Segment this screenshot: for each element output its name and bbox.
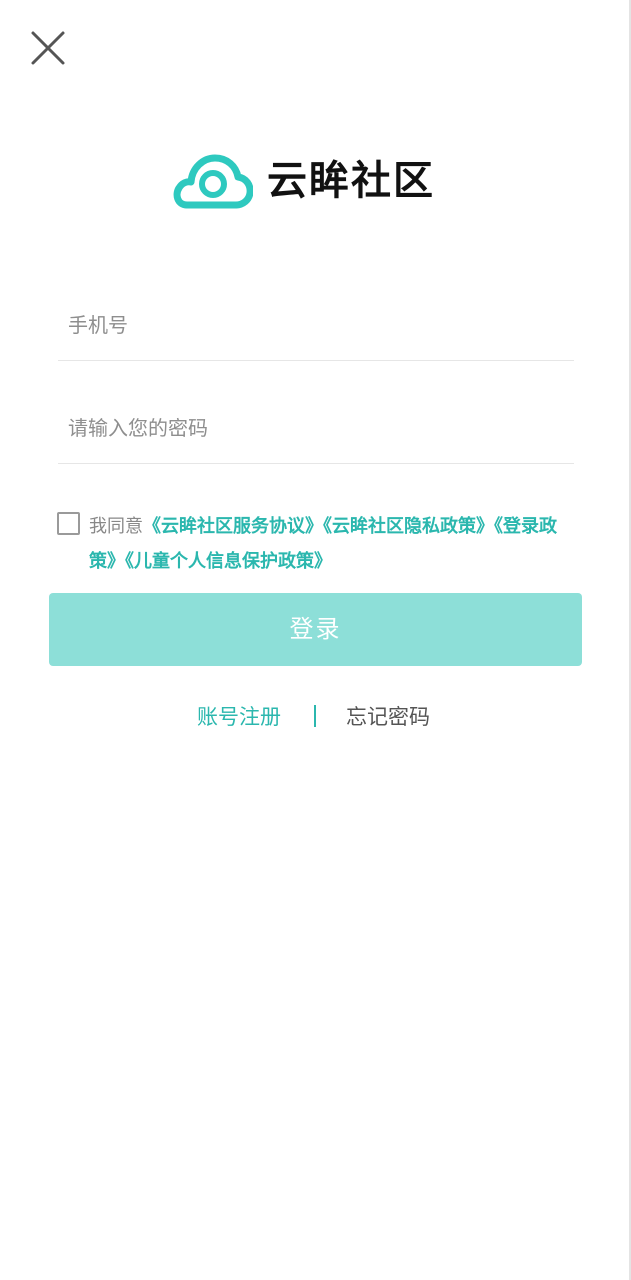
login-screen: 云眸社区 我同意《云眸社区服务协议》《云眸社区隐私政策》《登录政策》《儿童个人信…: [0, 0, 631, 1280]
password-input[interactable]: [58, 392, 574, 463]
bottom-links: 账号注册 忘记密码: [0, 700, 631, 734]
login-button[interactable]: 登录: [49, 593, 582, 666]
agreement-checkbox[interactable]: [57, 512, 80, 535]
agreement-section: 我同意《云眸社区服务协议》《云眸社区隐私政策》《登录政策》《儿童个人信息保护政策…: [57, 509, 579, 579]
password-field-container: [58, 392, 574, 464]
privacy-policy-link[interactable]: 《云眸社区隐私政策》: [323, 516, 494, 537]
phone-field-container: [58, 289, 574, 361]
cloud-logo-icon: [173, 154, 253, 209]
service-agreement-link[interactable]: 《云眸社区服务协议》: [143, 516, 323, 537]
close-icon: [31, 31, 65, 65]
agreement-prefix: 我同意: [89, 516, 143, 537]
close-button[interactable]: [28, 28, 68, 68]
forgot-password-link[interactable]: 忘记密码: [346, 700, 430, 734]
phone-input[interactable]: [58, 289, 574, 360]
child-privacy-policy-link[interactable]: 《儿童个人信息保护政策》: [125, 551, 332, 572]
app-logo: 云眸社区: [173, 150, 435, 212]
logo-text: 云眸社区: [267, 158, 435, 204]
links-divider: [314, 705, 316, 727]
register-link[interactable]: 账号注册: [197, 700, 281, 734]
agreement-text: 我同意《云眸社区服务协议》《云眸社区隐私政策》《登录政策》《儿童个人信息保护政策…: [89, 509, 579, 579]
